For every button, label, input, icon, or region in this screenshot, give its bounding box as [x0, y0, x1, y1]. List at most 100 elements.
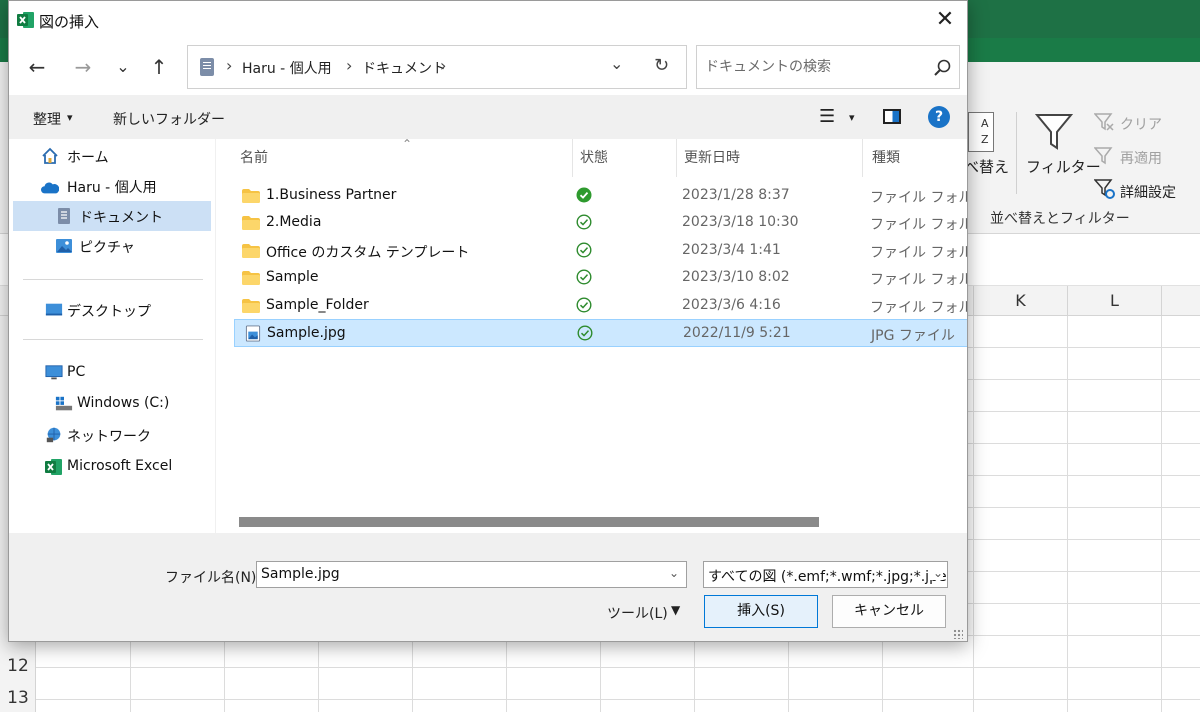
back-button[interactable]: ← [23, 53, 51, 81]
dialog-titlebar: 図の挿入 ✕ [9, 1, 967, 39]
breadcrumb-documents[interactable]: ドキュメント [362, 58, 446, 78]
breadcrumb-onedrive[interactable]: Haru - 個人用 [242, 58, 332, 78]
synced-filled-icon [576, 187, 592, 203]
nav-item-network[interactable]: ネットワーク [13, 420, 211, 450]
resize-grip-icon[interactable] [953, 629, 963, 639]
row-header-13[interactable]: 13 [0, 688, 36, 708]
organize-button[interactable]: 整理 [33, 109, 61, 129]
nav-item-onedrive[interactable]: Haru - 個人用 [13, 171, 211, 201]
nav-item-label: PC [67, 364, 86, 380]
file-row[interactable]: 2.Media 2023/3/18 10:30 ファイル フォルダー [234, 209, 967, 237]
nav-item-label: ピクチャ [79, 240, 135, 256]
file-date: 2023/3/6 4:16 [682, 296, 781, 313]
folder-icon [242, 243, 260, 258]
nav-item-pc[interactable]: PC [13, 358, 211, 388]
image-file-icon [245, 325, 261, 342]
file-type: ファイル フォルダー [870, 190, 967, 206]
column-header-name[interactable]: 名前 [240, 147, 268, 167]
cancel-button[interactable]: キャンセル [832, 595, 946, 628]
filename-input[interactable]: Sample.jpg ⌄ [256, 561, 687, 588]
nav-item-pictures[interactable]: ピクチャ [13, 231, 211, 261]
nav-item-label: ネットワーク [67, 429, 151, 445]
filename-dropdown-icon[interactable]: ⌄ [669, 566, 679, 580]
pc-icon [45, 365, 63, 380]
dialog-title: 図の挿入 [39, 13, 100, 31]
nav-item-windows-c[interactable]: Windows (C:) [13, 389, 211, 419]
tools-dropdown-icon[interactable]: ▼ [671, 603, 680, 617]
search-input[interactable] [705, 56, 925, 78]
row-header-12[interactable]: 12 [0, 656, 36, 676]
help-button[interactable]: ? [928, 106, 950, 128]
reapply-icon [1094, 147, 1113, 165]
search-box[interactable] [696, 45, 960, 89]
file-row[interactable]: 1.Business Partner 2023/1/28 8:37 ファイル フォル… [234, 182, 967, 210]
file-name: Sample [266, 269, 319, 286]
filter-label[interactable]: フィルター [1026, 156, 1101, 177]
excel-app-icon [17, 12, 34, 28]
filetype-select[interactable]: すべての図 (*.emf;*.wmf;*.jpg;*.jpeg;*.png ⌄ [703, 561, 948, 588]
column-header-type[interactable]: 種類 [872, 147, 900, 167]
column-header-l[interactable]: L [1067, 286, 1161, 316]
breadcrumb-separator[interactable]: › [440, 56, 446, 75]
breadcrumb-separator[interactable]: › [226, 56, 232, 75]
sort-indicator-icon: ⌃ [402, 139, 413, 151]
tools-button[interactable]: ツール(L) [607, 603, 668, 623]
nav-item-label: Windows (C:) [77, 395, 170, 411]
dialog-footer: ファイル名(N): Sample.jpg ⌄ すべての図 (*.emf;*.wm… [9, 533, 967, 641]
file-name: 2.Media [266, 214, 322, 231]
file-row[interactable]: Office のカスタム テンプレート 2023/3/4 1:41 ファイル フォル… [234, 237, 967, 265]
sort-label[interactable]: べ替え [964, 156, 1009, 177]
folder-icon [242, 298, 260, 313]
nav-item-label: ホーム [67, 150, 109, 166]
file-date: 2023/3/4 1:41 [682, 241, 781, 258]
nav-item-desktop[interactable]: デスクトップ [13, 295, 211, 325]
advanced-label[interactable]: 詳細設定 [1120, 182, 1176, 202]
view-dropdown-icon[interactable]: ▾ [849, 111, 855, 124]
breadcrumb-separator[interactable]: › [346, 56, 352, 75]
filetype-value[interactable]: すべての図 (*.emf;*.wmf;*.jpg;*.jpeg;*.png [708, 566, 947, 586]
horizontal-scrollbar-thumb[interactable] [239, 517, 819, 527]
refresh-icon[interactable]: ↻ [654, 55, 669, 76]
recent-locations-button[interactable]: ⌄ [109, 53, 137, 81]
synced-icon [577, 325, 593, 341]
advanced-filter-icon[interactable] [1094, 178, 1116, 200]
sort-az-icon[interactable]: A Z [968, 112, 994, 152]
synced-icon [576, 269, 592, 285]
filter-icon[interactable] [1035, 112, 1073, 152]
preview-pane-icon[interactable] [883, 109, 901, 124]
file-row[interactable]: Sample.jpg 2022/11/9 5:21 JPG ファイル [234, 319, 967, 347]
filename-value[interactable]: Sample.jpg [261, 566, 340, 582]
forward-button[interactable]: → [69, 53, 97, 81]
column-header-k[interactable]: K [973, 286, 1067, 316]
file-row[interactable]: Sample 2023/3/10 8:02 ファイル フォルダー [234, 264, 967, 292]
insert-button[interactable]: 挿入(S) [704, 595, 818, 628]
nav-item-home[interactable]: ホーム [13, 141, 211, 171]
drive-icon [55, 396, 73, 411]
view-menu-icon[interactable]: ☰ [819, 106, 835, 127]
pictures-icon [56, 239, 72, 253]
file-date: 2022/11/9 5:21 [683, 325, 791, 341]
filename-label: ファイル名(N): [165, 570, 262, 586]
file-name: Sample_Folder [266, 296, 369, 313]
excel-icon [45, 459, 62, 475]
address-bar[interactable]: › Haru - 個人用 › ドキュメント › ⌄ ↻ [187, 45, 687, 89]
close-button[interactable]: ✕ [929, 5, 961, 35]
folder-icon [242, 271, 260, 286]
onedrive-cloud-icon [41, 182, 59, 194]
file-date: 2023/1/28 8:37 [682, 187, 790, 203]
nav-item-microsoft-excel[interactable]: Microsoft Excel [13, 452, 211, 482]
search-icon[interactable] [933, 58, 953, 78]
home-icon [42, 147, 58, 164]
column-header-modified[interactable]: 更新日時 [684, 147, 740, 167]
file-row[interactable]: Sample_Folder 2023/3/6 4:16 ファイル フォルダー [234, 292, 967, 320]
file-list[interactable]: ⌃ 名前 状態 更新日時 種類 1.Business Partner 2023/1… [216, 139, 967, 533]
nav-item-documents[interactable]: ドキュメント [13, 201, 211, 231]
up-button[interactable]: ↑ [145, 53, 173, 81]
documents-location-icon [200, 58, 214, 76]
folder-icon [242, 216, 260, 231]
filetype-dropdown-icon[interactable]: ⌄ [930, 566, 944, 580]
column-header-status[interactable]: 状態 [580, 147, 608, 167]
organize-dropdown-icon[interactable]: ▾ [67, 111, 73, 124]
new-folder-button[interactable]: 新しいフォルダー [113, 109, 225, 129]
address-dropdown-icon[interactable]: ⌄ [610, 54, 623, 73]
